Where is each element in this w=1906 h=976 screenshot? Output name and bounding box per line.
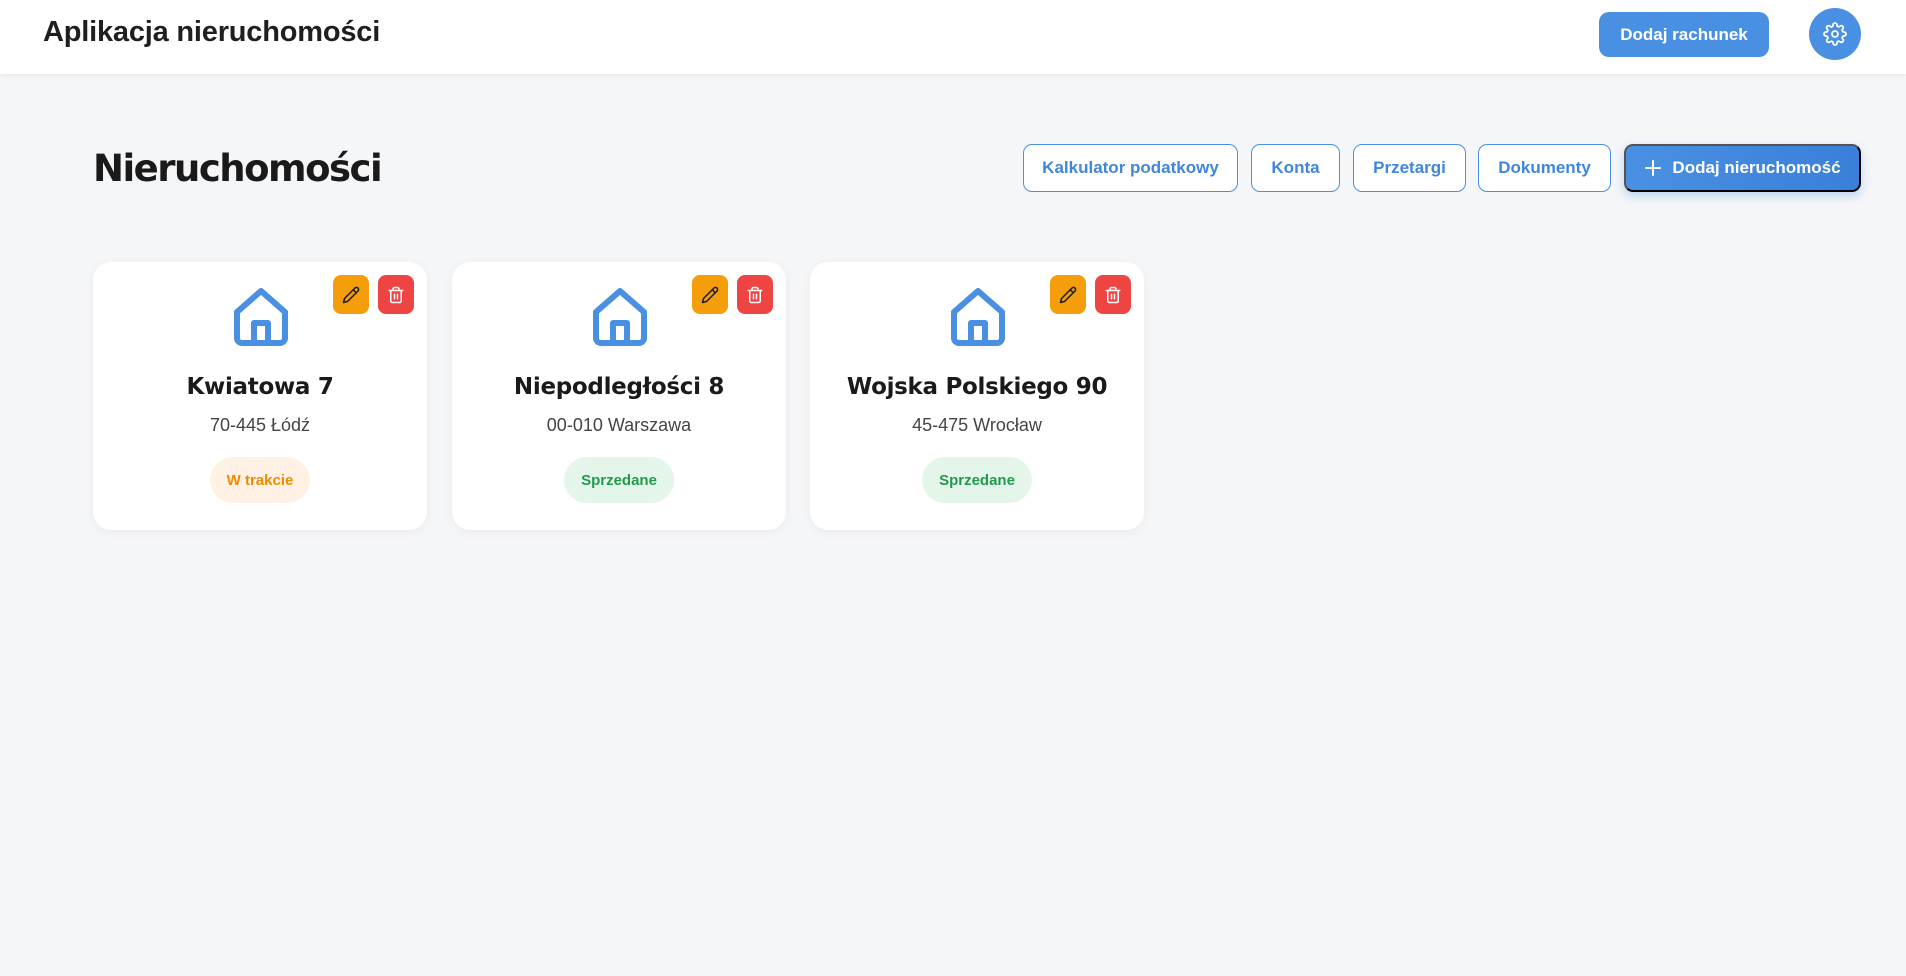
property-address: 00-010 Warszawa <box>546 415 692 435</box>
status-badge: W trakcie <box>210 457 310 503</box>
trash-icon <box>1104 286 1122 304</box>
add-bill-button[interactable]: Dodaj rachunek <box>1599 12 1769 57</box>
property-card[interactable]: Niepodległości 8 00-010 Warszawa Sprzeda… <box>452 262 786 530</box>
pencil-icon <box>342 286 360 304</box>
page-title: Nieruchomości <box>93 147 383 190</box>
trash-icon <box>387 286 405 304</box>
property-name: Niepodległości 8 <box>513 374 725 400</box>
settings-button[interactable] <box>1809 8 1861 60</box>
house-icon <box>232 286 290 348</box>
property-address: 70-445 Łódź <box>209 415 311 435</box>
property-address: 45-475 Wrocław <box>912 415 1042 435</box>
documents-button[interactable]: Dokumenty <box>1478 144 1611 192</box>
app-title: Aplikacja nieruchomości <box>43 16 381 48</box>
delete-button[interactable] <box>1095 275 1131 314</box>
add-property-label: Dodaj nieruchomość <box>1672 158 1841 177</box>
gear-icon <box>1823 22 1847 46</box>
add-property-button[interactable]: Dodaj nieruchomość <box>1624 144 1861 192</box>
trash-icon <box>746 286 764 304</box>
house-icon <box>591 286 649 348</box>
plus-icon <box>1644 159 1662 177</box>
property-card[interactable]: Kwiatowa 7 70-445 Łódź W trakcie <box>93 262 427 530</box>
edit-button[interactable] <box>333 275 369 314</box>
status-badge: Sprzedane <box>922 457 1032 503</box>
house-icon <box>949 286 1007 348</box>
property-card[interactable]: Wojska Polskiego 90 45-475 Wrocław Sprze… <box>810 262 1144 530</box>
tax-calculator-button[interactable]: Kalkulator podatkowy <box>1023 144 1238 192</box>
edit-button[interactable] <box>1050 275 1086 314</box>
delete-button[interactable] <box>737 275 773 314</box>
pencil-icon <box>701 286 719 304</box>
pencil-icon <box>1059 286 1077 304</box>
property-name: Kwiatowa 7 <box>186 374 334 400</box>
property-name: Wojska Polskiego 90 <box>846 374 1108 400</box>
accounts-button[interactable]: Konta <box>1251 144 1340 192</box>
edit-button[interactable] <box>692 275 728 314</box>
delete-button[interactable] <box>378 275 414 314</box>
status-badge: Sprzedane <box>564 457 674 503</box>
top-bar: Aplikacja nieruchomości Dodaj rachunek <box>0 0 1906 74</box>
tenders-button[interactable]: Przetargi <box>1353 144 1466 192</box>
